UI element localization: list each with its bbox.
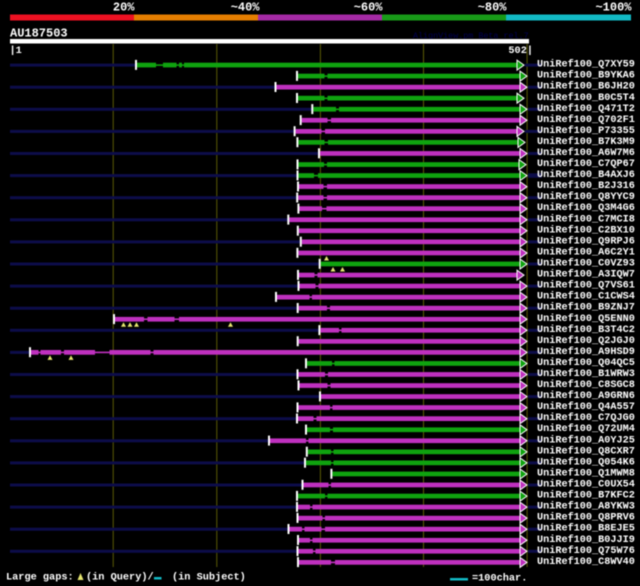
svg-text:UniRef100_P73355: UniRef100_P73355: [537, 125, 635, 137]
svg-text:UniRef100_Q471T2: UniRef100_Q471T2: [537, 103, 635, 115]
svg-text:20%: 20%: [113, 1, 135, 15]
svg-text:UniRef100_Q7XY59: UniRef100_Q7XY59: [537, 59, 635, 71]
svg-text:UniRef100_Q4A557: UniRef100_Q4A557: [537, 401, 635, 413]
svg-text:UniRef100_C8SGC8: UniRef100_C8SGC8: [537, 379, 635, 391]
svg-text:UniRef100_C0VZ93: UniRef100_C0VZ93: [537, 258, 635, 270]
svg-text:UniRef100_A9HSD9: UniRef100_A9HSD9: [537, 346, 635, 358]
svg-text:UniRef100_Q8CXR7: UniRef100_Q8CXR7: [537, 445, 635, 457]
svg-text:=100char.: =100char.: [472, 573, 527, 585]
svg-text:|1: |1: [10, 45, 22, 57]
svg-text:UniRef100_Q1MWM8: UniRef100_Q1MWM8: [537, 468, 635, 480]
svg-text:UniRef100_B6JH20: UniRef100_B6JH20: [537, 81, 635, 93]
svg-text:UniRef100_C7QJG0: UniRef100_C7QJG0: [537, 412, 635, 424]
svg-text:UniRef100_B1WRW3: UniRef100_B1WRW3: [537, 368, 635, 380]
svg-text:UniRef100_C8WV40: UniRef100_C8WV40: [537, 556, 635, 568]
svg-text:~80%: ~80%: [478, 1, 508, 15]
svg-text:UniRef100_A8YKW3: UniRef100_A8YKW3: [537, 501, 635, 513]
svg-text:Large gaps:: Large gaps:: [6, 572, 80, 584]
svg-text:UniRef100_B7K3M9: UniRef100_B7K3M9: [537, 136, 635, 148]
svg-text:UniRef100_A6C2Y1: UniRef100_A6C2Y1: [537, 247, 635, 259]
svg-text:UniRef100_Q2JGJ0: UniRef100_Q2JGJ0: [537, 335, 635, 347]
svg-text:(in Query)/: (in Query)/: [86, 572, 154, 584]
svg-text:UniRef100_C1CWS4: UniRef100_C1CWS4: [537, 291, 635, 303]
svg-text:UniRef100_C2BX10: UniRef100_C2BX10: [537, 224, 635, 236]
svg-text:UniRef100_Q75W76: UniRef100_Q75W76: [537, 545, 635, 557]
svg-text:UniRef100_B8EJE5: UniRef100_B8EJE5: [537, 523, 635, 535]
svg-text:~40%: ~40%: [231, 1, 261, 15]
svg-text:502|: 502|: [508, 45, 533, 57]
svg-text:UniRef100_Q7VS61: UniRef100_Q7VS61: [537, 280, 635, 292]
svg-text:UniRef100_Q702F1: UniRef100_Q702F1: [537, 114, 635, 126]
svg-text:UniRef100_A0YJ25: UniRef100_A0YJ25: [537, 434, 635, 446]
svg-text:UniRef100_C0UX54: UniRef100_C0UX54: [537, 479, 635, 491]
svg-text:~100%: ~100%: [595, 1, 632, 15]
svg-text:~60%: ~60%: [354, 1, 384, 15]
svg-text:UniRef100_B9YKA6: UniRef100_B9YKA6: [537, 70, 635, 82]
svg-text:UniRef100_B9ZNJ7: UniRef100_B9ZNJ7: [537, 302, 635, 314]
svg-text:UniRef100_B7KFC2: UniRef100_B7KFC2: [537, 490, 635, 502]
svg-text:UniRef100_Q8YYC9: UniRef100_Q8YYC9: [537, 191, 635, 203]
svg-text:UniRef100_Q9RPJ6: UniRef100_Q9RPJ6: [537, 235, 635, 247]
svg-text:UniRef100_A3IQW7: UniRef100_A3IQW7: [537, 269, 635, 281]
svg-text:UniRef100_B2J316: UniRef100_B2J316: [537, 180, 635, 192]
svg-text:AU187503: AU187503: [10, 27, 68, 41]
svg-text:UniRef100_B3T4C2: UniRef100_B3T4C2: [537, 324, 635, 336]
svg-text:UniRef100_B0C5T4: UniRef100_B0C5T4: [537, 92, 635, 104]
svg-text:UniRef100_Q8PRV6: UniRef100_Q8PRV6: [537, 512, 635, 524]
svg-text:UniRef100_B4AXJ6: UniRef100_B4AXJ6: [537, 169, 635, 181]
svg-text:UniRef100_A9GRN6: UniRef100_A9GRN6: [537, 390, 635, 402]
svg-text:UniRef100_A6W7M6: UniRef100_A6W7M6: [537, 147, 635, 159]
svg-text:UniRef100_Q5ENN0: UniRef100_Q5ENN0: [537, 313, 635, 325]
svg-text:UniRef100_B0JJI9: UniRef100_B0JJI9: [537, 534, 635, 546]
svg-text:UniRef100_Q3M4G6: UniRef100_Q3M4G6: [537, 202, 635, 214]
svg-text:UniRef100_Q04QC5: UniRef100_Q04QC5: [537, 357, 635, 369]
svg-text:UniRef100_Q054K6: UniRef100_Q054K6: [537, 456, 635, 468]
svg-text:UniRef100_Q72UM4: UniRef100_Q72UM4: [537, 423, 635, 435]
svg-text:(in Subject): (in Subject): [172, 572, 246, 584]
svg-text:UniRef100_C7MCI8: UniRef100_C7MCI8: [537, 213, 635, 225]
svg-text:UniRef100_C7QP67: UniRef100_C7QP67: [537, 158, 635, 170]
